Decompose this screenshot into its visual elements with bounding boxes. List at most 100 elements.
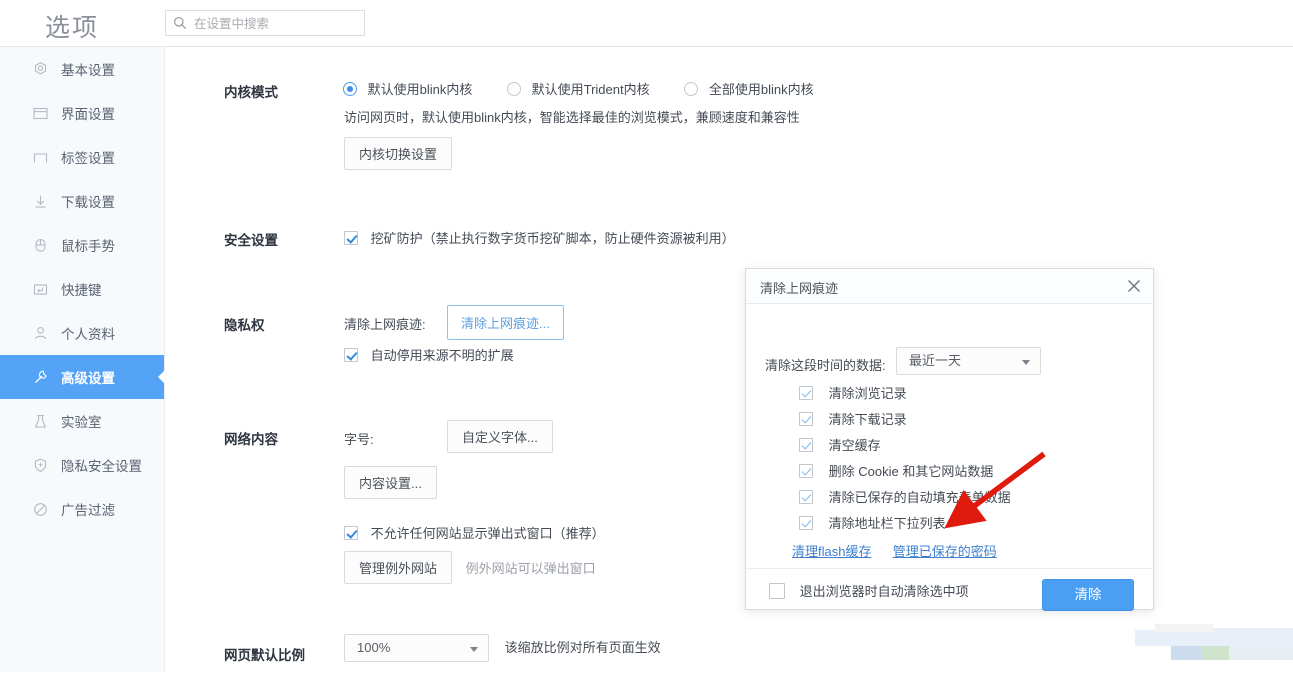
checkbox-label: 清除浏览记录 — [828, 386, 907, 401]
checkbox-indicator — [799, 490, 813, 504]
clear-cookies-checkbox[interactable]: 删除 Cookie 和其它网站数据 — [799, 461, 993, 480]
chevron-down-icon — [1022, 360, 1030, 365]
sidebar-item-label: 鼠标手势 — [61, 239, 115, 254]
gear-circle-icon — [32, 61, 49, 78]
block-popups-checkbox[interactable]: 不允许任何网站显示弹出式窗口（推荐） — [344, 526, 605, 541]
radio-indicator — [343, 82, 357, 96]
sidebar-item-label: 广告过滤 — [61, 503, 115, 518]
clear-downloads-checkbox[interactable]: 清除下载记录 — [799, 409, 907, 428]
clear-omnibox-checkbox[interactable]: 清除地址栏下拉列表 — [799, 513, 946, 532]
clear-autofill-checkbox[interactable]: 清除已保存的自动填充表单数据 — [799, 487, 1011, 506]
sidebar-item-lab[interactable]: 实验室 — [0, 399, 164, 443]
page-title: 选项 — [45, 14, 100, 42]
sidebar-item-label: 实验室 — [61, 415, 102, 430]
sidebar-item-label: 基本设置 — [61, 63, 115, 78]
dialog-title: 清除上网痕迹 — [760, 281, 839, 296]
search-box[interactable] — [165, 10, 365, 37]
sidebar-item-label: 隐私安全设置 — [61, 459, 142, 474]
checkbox-label: 退出浏览器时自动清除选中项 — [799, 584, 969, 599]
sidebar-item-privacy-security[interactable]: 隐私安全设置 — [0, 443, 164, 487]
section-label-security: 安全设置 — [224, 233, 278, 248]
sidebar-item-profile[interactable]: 个人资料 — [0, 311, 164, 355]
manage-saved-passwords-link[interactable]: 管理已保存的密码 — [893, 544, 997, 559]
kernel-description: 访问网页时，默认使用blink内核，智能选择最佳的浏览模式，兼顾速度和兼容性 — [344, 110, 800, 125]
search-icon — [173, 16, 187, 30]
radio-label: 默认使用blink内核 — [367, 82, 473, 97]
kernel-radio-group: 默认使用blink内核 默认使用Trident内核 全部使用blink内核 — [343, 79, 814, 98]
checkbox-indicator — [344, 526, 358, 540]
chevron-down-icon — [470, 647, 478, 652]
tab-icon — [32, 149, 49, 166]
window-icon — [32, 105, 49, 122]
clear-browsing-traces-dialog: 清除上网痕迹 清除这段时间的数据: 最近一天 清除浏览记录 清除下载记录 清空缓… — [745, 268, 1154, 611]
sidebar-item-label: 快捷键 — [61, 283, 102, 298]
page-zoom-select[interactable]: 100% — [344, 634, 489, 662]
sidebar-item-tabs[interactable]: 标签设置 — [0, 135, 164, 179]
sidebar-item-label: 标签设置 — [61, 151, 115, 166]
sidebar-item-basic[interactable]: 基本设置 — [0, 47, 164, 91]
block-icon — [32, 501, 49, 518]
checkbox-label: 删除 Cookie 和其它网站数据 — [828, 464, 994, 479]
sidebar-item-interface[interactable]: 界面设置 — [0, 91, 164, 135]
sidebar-item-label: 下载设置 — [61, 195, 115, 210]
clear-traces-label: 清除上网痕迹: — [344, 317, 426, 332]
clear-history-checkbox[interactable]: 清除浏览记录 — [799, 383, 907, 402]
sidebar-item-mouse-gesture[interactable]: 鼠标手势 — [0, 223, 164, 267]
clear-browsing-traces-button[interactable]: 清除上网痕迹... — [447, 305, 564, 340]
checkbox-label: 清除地址栏下拉列表 — [828, 516, 946, 531]
clear-cache-checkbox[interactable]: 清空缓存 — [799, 435, 881, 454]
checkbox-indicator — [799, 412, 813, 426]
checkbox-label: 清除已保存的自动填充表单数据 — [828, 490, 1011, 505]
dialog-footer: 退出浏览器时自动清除选中项 清除 — [746, 568, 1153, 611]
time-range-label: 清除这段时间的数据: — [765, 358, 886, 373]
content-settings-button[interactable]: 内容设置... — [344, 466, 437, 499]
radio-label: 默认使用Trident内核 — [531, 82, 650, 97]
checkbox-label: 自动停用来源不明的扩展 — [370, 348, 514, 363]
checkbox-label: 清除下载记录 — [828, 412, 907, 427]
clear-confirm-button[interactable]: 清除 — [1042, 579, 1134, 611]
sidebar: 基本设置 界面设置 标签设置 下载设置 鼠标手势 快捷键 个人资料 高级设置 实… — [0, 47, 165, 672]
checkbox-label: 清空缓存 — [828, 438, 881, 453]
sidebar-item-advanced[interactable]: 高级设置 — [0, 355, 165, 399]
manage-exception-sites-button[interactable]: 管理例外网站 — [344, 551, 453, 584]
background-artifact — [1135, 618, 1293, 672]
clear-flash-cache-link[interactable]: 清理flash缓存 — [792, 544, 871, 559]
custom-font-button[interactable]: 自定义字体... — [447, 420, 553, 453]
auto-disable-extensions-checkbox[interactable]: 自动停用来源不明的扩展 — [344, 348, 514, 363]
sidebar-item-shortcuts[interactable]: 快捷键 — [0, 267, 164, 311]
dialog-links: 清理flash缓存 管理已保存的密码 — [792, 541, 997, 560]
sidebar-item-label: 界面设置 — [61, 107, 115, 122]
mining-protection-checkbox[interactable]: 挖矿防护（禁止执行数字货币挖矿脚本，防止硬件资源被利用） — [344, 231, 735, 246]
user-icon — [32, 325, 49, 342]
checkbox-indicator — [799, 464, 813, 478]
checkbox-indicator — [344, 348, 358, 362]
exception-sites-hint: 例外网站可以弹出窗口 — [465, 561, 596, 576]
dialog-body: 清除这段时间的数据: 最近一天 清除浏览记录 清除下载记录 清空缓存 删除 Co… — [746, 304, 1153, 568]
checkbox-indicator — [344, 231, 358, 245]
page-zoom-hint: 该缩放比例对所有页面生效 — [504, 640, 661, 655]
checkbox-indicator — [799, 516, 813, 530]
radio-blink-default[interactable]: 默认使用blink内核 — [343, 82, 476, 97]
section-label-kernel: 内核模式 — [224, 85, 278, 100]
radio-trident-default[interactable]: 默认使用Trident内核 — [507, 82, 653, 97]
section-label-privacy: 隐私权 — [224, 318, 265, 333]
sidebar-item-download[interactable]: 下载设置 — [0, 179, 164, 223]
wrench-icon — [32, 369, 49, 386]
close-icon[interactable] — [1125, 277, 1143, 295]
checkbox-indicator — [799, 438, 813, 452]
active-indicator-icon — [158, 370, 165, 384]
sidebar-item-ad-filter[interactable]: 广告过滤 — [0, 487, 164, 531]
search-input[interactable] — [192, 11, 364, 37]
auto-clear-on-exit-checkbox[interactable]: 退出浏览器时自动清除选中项 — [769, 581, 969, 600]
keyboard-key-icon — [32, 281, 49, 298]
radio-blink-all[interactable]: 全部使用blink内核 — [684, 82, 814, 97]
kernel-switch-settings-button[interactable]: 内核切换设置 — [344, 137, 453, 170]
download-icon — [32, 193, 49, 210]
app-header: 选项 — [0, 0, 1293, 47]
flask-icon — [32, 413, 49, 430]
radio-indicator — [507, 82, 521, 96]
time-range-select[interactable]: 最近一天 — [896, 347, 1041, 375]
checkbox-label: 不允许任何网站显示弹出式窗口（推荐） — [370, 526, 605, 541]
shield-plus-icon — [32, 457, 49, 474]
mouse-icon — [32, 237, 49, 254]
